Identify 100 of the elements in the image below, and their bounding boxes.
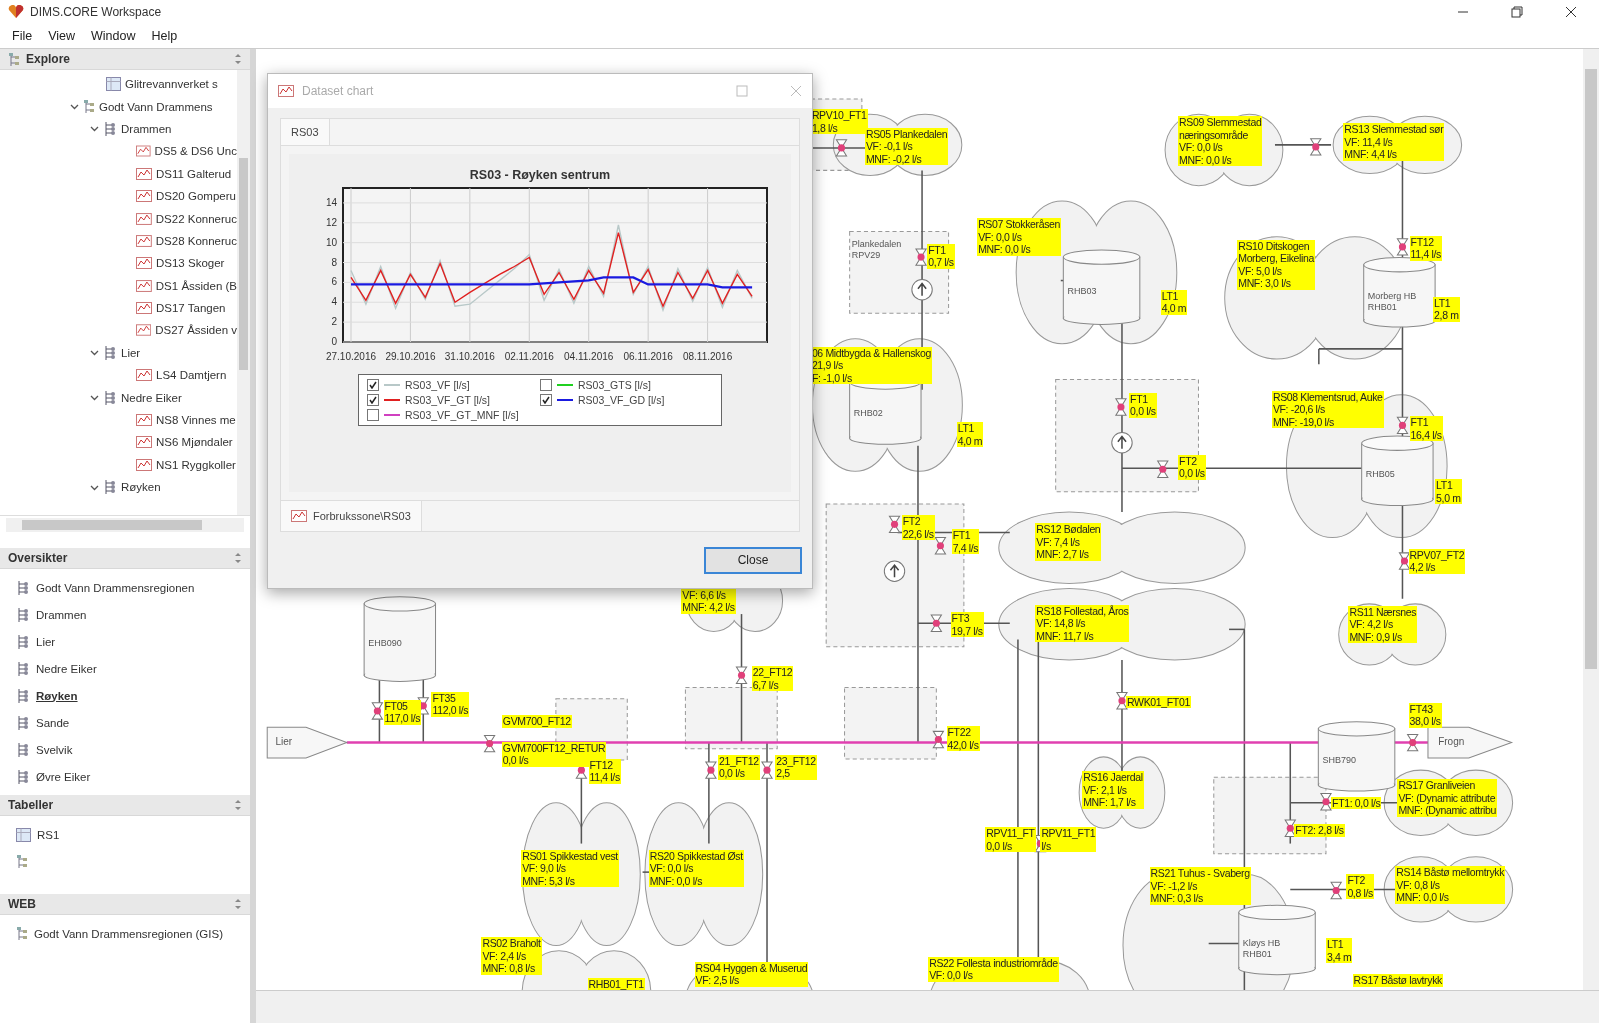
overview-item[interactable]: Sande bbox=[16, 712, 250, 733]
station-label: Plankedalen RPV29 bbox=[851, 238, 902, 261]
flow-meter-icon bbox=[934, 537, 947, 555]
web-item[interactable]: Godt Vann Drammensregionen (GIS) bbox=[16, 923, 250, 944]
dialog-title: Dataset chart bbox=[302, 84, 374, 98]
chart-icon bbox=[136, 234, 152, 247]
tree-item[interactable]: Drammen bbox=[0, 117, 237, 141]
pin-icon[interactable] bbox=[234, 54, 242, 64]
tree-item[interactable]: DS1 Åssiden (B bbox=[0, 274, 237, 297]
legend-item[interactable]: RS03_VF_GT [l/s] bbox=[367, 394, 540, 406]
tree-item[interactable]: DS28 Konneruc bbox=[0, 229, 237, 253]
axis-tick-label: 29.10.2016 bbox=[385, 351, 436, 362]
overview-item[interactable]: Godt Vann Drammensregionen bbox=[16, 577, 250, 598]
measurement-label: FT2 0,8 l/s bbox=[1346, 874, 1374, 900]
menu-item[interactable]: Window bbox=[85, 27, 142, 45]
tree-item[interactable]: Røyken bbox=[0, 476, 237, 499]
legend-item[interactable]: RS03_VF [l/s] bbox=[367, 379, 540, 391]
chevron-down-icon[interactable] bbox=[90, 348, 99, 358]
tree-item[interactable]: LS4 Damtjern bbox=[0, 364, 237, 387]
measurement-label: 23_FT12 2,5 bbox=[775, 754, 817, 780]
pin-icon[interactable] bbox=[234, 553, 242, 563]
measurement-label: FT1 16,4 l/s bbox=[1409, 416, 1443, 442]
tree-item[interactable]: Nedre Eiker bbox=[0, 386, 237, 409]
overview-item[interactable]: Røyken bbox=[16, 685, 250, 706]
menu-item[interactable]: Help bbox=[145, 27, 184, 45]
flow-meter-icon bbox=[1284, 819, 1297, 837]
legend-label: RS03_VF_GD [l/s] bbox=[578, 394, 665, 406]
menu-item[interactable]: File bbox=[6, 27, 39, 45]
tree-icon bbox=[83, 99, 95, 115]
chevron-down-icon[interactable] bbox=[90, 393, 99, 403]
restore-icon[interactable] bbox=[1511, 6, 1523, 18]
tab[interactable]: Forbrukssone\RS03 bbox=[281, 501, 422, 531]
app-logo-icon bbox=[8, 5, 24, 19]
legend-item[interactable]: RS03_GTS [l/s] bbox=[540, 379, 713, 391]
tree-item[interactable]: DS17 Tangen bbox=[0, 296, 237, 320]
tree-item[interactable]: DS20 Gomperu bbox=[0, 184, 237, 208]
chart-icon bbox=[136, 212, 152, 225]
checkbox[interactable] bbox=[367, 379, 379, 391]
measurement-label: RS07 Stokkeråsen VF: 0,0 l/s MNF: 0,0 l/s bbox=[977, 218, 1062, 256]
flow-meter-icon bbox=[1156, 460, 1169, 478]
menu-item[interactable]: View bbox=[42, 27, 82, 45]
chart-icon bbox=[136, 458, 152, 471]
measurement-label: RPV07_FT2 4,2 l/s bbox=[1408, 548, 1466, 574]
legend-label: RS03_GTS [l/s] bbox=[578, 379, 651, 391]
tree-item[interactable]: Glitrevannverket s bbox=[0, 73, 237, 96]
flow-meter-icon bbox=[483, 734, 496, 753]
legend-item[interactable]: RS03_VF_GT_MNF [l/s] bbox=[367, 409, 540, 421]
measurement-label: VF: 6,6 l/s MNF: 4,2 l/s bbox=[681, 588, 736, 614]
tree-item[interactable]: DS13 Skoger bbox=[0, 252, 237, 275]
pipe-line bbox=[1274, 144, 1332, 146]
chart-icon bbox=[136, 414, 152, 427]
measurement-label: FT1 0,0 l/s bbox=[1129, 392, 1157, 418]
close-button[interactable]: Close bbox=[704, 546, 802, 574]
tab[interactable]: RS03 bbox=[281, 119, 330, 145]
tree-item[interactable]: NS1 Ryggkoller bbox=[0, 453, 237, 477]
measurement-label: RS18 Follestad, Åros VF: 14,8 l/s MNF: 11,7 l/s bbox=[1035, 604, 1130, 643]
checkbox[interactable] bbox=[367, 409, 379, 421]
tree-item[interactable]: DS5 & DS6 Unc bbox=[0, 140, 237, 163]
pump-icon bbox=[1111, 432, 1133, 454]
tree-item[interactable]: DS27 Åssiden v bbox=[0, 319, 237, 342]
tree-item[interactable]: NS8 Vinnes me bbox=[0, 408, 237, 432]
table-item[interactable]: RS1 bbox=[16, 824, 250, 845]
measurement-label: FT2: 2,8 l/s bbox=[1294, 824, 1345, 837]
close-icon[interactable] bbox=[1565, 6, 1577, 18]
measurement-label: LT1 5,0 m bbox=[1435, 479, 1462, 505]
network-icon bbox=[103, 479, 117, 496]
tree-item[interactable]: DS22 Konneruc bbox=[0, 207, 237, 230]
overview-item[interactable]: Øvre Eiker bbox=[16, 766, 250, 787]
flow-meter-icon bbox=[930, 614, 943, 632]
flow-meter-icon bbox=[932, 730, 945, 749]
network-icon bbox=[16, 714, 30, 731]
chevron-down-icon[interactable] bbox=[90, 124, 99, 134]
legend-item[interactable]: RS03_VF_GD [l/s] bbox=[540, 394, 713, 406]
checkbox[interactable] bbox=[367, 394, 379, 406]
flow-meter-icon bbox=[1330, 881, 1343, 900]
tree-item[interactable]: Lier bbox=[0, 341, 237, 365]
pin-icon[interactable] bbox=[234, 800, 242, 810]
window-title: DIMS.CORE Workspace bbox=[30, 5, 162, 19]
tree-item[interactable]: Godt Vann Drammens bbox=[0, 95, 237, 118]
network-icon bbox=[103, 120, 117, 137]
overview-item[interactable]: Drammen bbox=[16, 604, 250, 625]
measurement-label: RS21 Tuhus - Svaberg VF: -1,2 l/s MNF: 0,3 l/s bbox=[1149, 867, 1251, 905]
axis-tick-label: 04.11.2016 bbox=[564, 351, 614, 362]
measurement-label: LT1 3,4 m bbox=[1325, 938, 1353, 964]
chart-icon bbox=[136, 369, 152, 382]
overview-item[interactable]: Lier bbox=[16, 631, 250, 652]
measurement-label: FT12 11,4 l/s bbox=[588, 758, 621, 784]
tree-item[interactable]: DS11 Galterud bbox=[0, 162, 237, 185]
chevron-down-icon[interactable] bbox=[70, 102, 79, 112]
overview-item[interactable]: Svelvik bbox=[16, 739, 250, 760]
flow-meter-icon bbox=[1114, 398, 1127, 416]
tank-label: RHB05 bbox=[1365, 469, 1395, 481]
chart-icon bbox=[136, 302, 152, 315]
checkbox[interactable] bbox=[540, 394, 552, 406]
tree-item[interactable]: NS6 Mjøndaler bbox=[0, 431, 237, 454]
overview-item[interactable]: Nedre Eiker bbox=[16, 658, 250, 679]
panel-title: Tabeller bbox=[8, 798, 55, 812]
network-icon bbox=[16, 660, 30, 677]
pin-icon[interactable] bbox=[234, 899, 242, 909]
checkbox[interactable] bbox=[540, 379, 552, 391]
